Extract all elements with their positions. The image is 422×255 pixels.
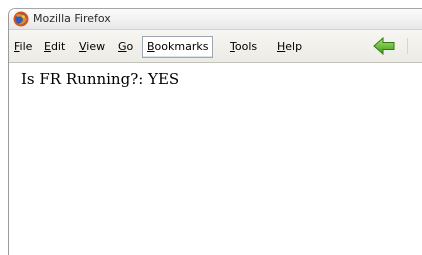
menu-edit-mnemonic: E <box>44 40 51 53</box>
menu-tools-label: ools <box>234 40 258 53</box>
title-bar[interactable]: Mozilla Firefox <box>9 9 422 30</box>
fr-running-status: Is FR Running?: YES <box>21 70 180 88</box>
menu-edit[interactable]: Edit <box>41 38 68 56</box>
back-arrow-icon[interactable] <box>373 37 395 55</box>
page-content: Is FR Running?: YES <box>9 63 422 255</box>
menu-go-mnemonic: G <box>118 40 127 53</box>
toolbar-separator <box>407 38 408 54</box>
window-title: Mozilla Firefox <box>33 12 111 25</box>
menu-file[interactable]: File <box>11 38 35 56</box>
menu-edit-label: dit <box>50 40 66 53</box>
menu-view-label: iew <box>86 40 106 53</box>
menu-file-label: ile <box>19 40 33 53</box>
firefox-logo-icon <box>13 11 29 27</box>
menu-go[interactable]: Go <box>115 38 136 56</box>
menu-go-label: o <box>126 40 134 53</box>
menu-tools[interactable]: Tools <box>227 38 260 56</box>
menu-bar: File Edit View Go Bookmarks Tools Help <box>9 30 422 63</box>
browser-window: Mozilla Firefox File Edit View Go Bookma… <box>8 8 422 255</box>
menu-bookmarks-label: ookmarks <box>154 40 209 53</box>
menu-bookmarks[interactable]: Bookmarks <box>142 36 214 58</box>
menu-help-label: elp <box>285 40 303 53</box>
menu-help[interactable]: Help <box>274 38 305 56</box>
menu-bookmarks-mnemonic: B <box>147 40 155 53</box>
menu-view[interactable]: View <box>76 38 108 56</box>
